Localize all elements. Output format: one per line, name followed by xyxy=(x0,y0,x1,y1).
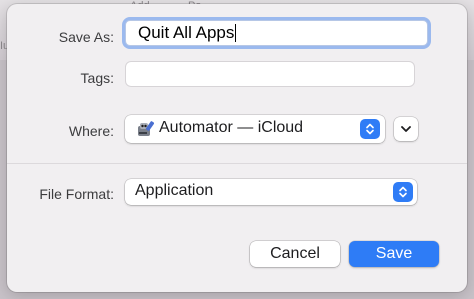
text-caret xyxy=(235,24,237,42)
save-button[interactable]: Save xyxy=(349,241,439,267)
tags-label: Tags: xyxy=(80,70,114,86)
where-label: Where: xyxy=(68,123,114,139)
chevron-down-icon xyxy=(400,125,412,133)
file-format-stepper-icon xyxy=(393,182,413,202)
file-format-label: File Format: xyxy=(39,186,114,202)
section-divider xyxy=(7,163,467,164)
automator-app-icon xyxy=(136,120,154,138)
expand-button[interactable] xyxy=(394,117,418,141)
file-format-value: Application xyxy=(135,182,214,199)
save-dialog: Save As: Quit All Apps Tags: Where: Auto… xyxy=(7,4,467,292)
tags-input[interactable] xyxy=(125,61,415,87)
where-value: Automator — iCloud xyxy=(159,119,304,136)
cancel-button[interactable]: Cancel xyxy=(250,241,340,267)
save-as-value: Quit All Apps xyxy=(138,23,235,42)
where-popup-button[interactable]: Automator — iCloud xyxy=(125,115,385,143)
where-stepper-icon xyxy=(360,119,380,139)
save-as-label: Save As: xyxy=(58,29,114,45)
save-as-input[interactable]: Quit All Apps xyxy=(125,20,428,46)
file-format-popup-button[interactable]: Application xyxy=(125,179,417,205)
